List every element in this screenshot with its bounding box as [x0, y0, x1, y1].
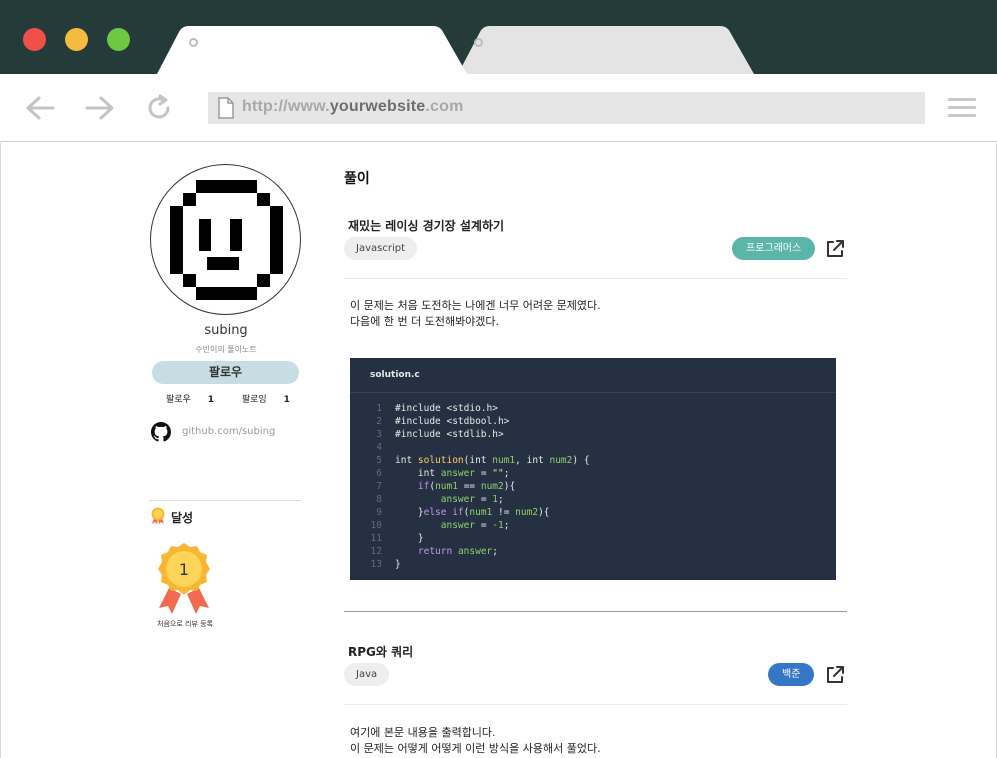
sidebar-divider	[149, 500, 301, 501]
code-text: #include <stdio.h>	[395, 403, 498, 414]
line-number: 2	[376, 416, 382, 427]
followers-count[interactable]: 1	[208, 395, 214, 405]
line-number: 9	[376, 507, 382, 518]
code-text: answer = 1;	[440, 494, 504, 505]
code-line: 5 int solution(int num1, int num2) {	[350, 454, 836, 467]
line-number: 6	[376, 468, 382, 479]
line-number: 1	[376, 403, 382, 414]
post-body: 이 문제는 처음 도전하는 나에겐 너무 어려운 문제였다. 다음에 한 번 더…	[350, 298, 601, 330]
code-text: if(num1 == num2){	[417, 481, 516, 492]
browser-tab-bar	[0, 0, 997, 74]
code-text: answer = -1;	[440, 520, 510, 531]
achievements-title: 달성	[171, 511, 194, 525]
forward-arrow-icon[interactable]	[85, 94, 115, 122]
browser-toolbar: http://www.yourwebsite.com	[0, 74, 997, 142]
code-header: solution.c	[350, 358, 836, 393]
line-number: 3	[376, 429, 382, 440]
code-line: 2 #include <stdbool.h>	[350, 415, 836, 428]
line-number: 7	[376, 481, 382, 492]
line-number: 4	[376, 442, 382, 453]
maximize-window-button[interactable]	[107, 28, 130, 51]
address-bar[interactable]: http://www.yourwebsite.com	[208, 92, 925, 124]
code-filename: solution.c	[370, 370, 420, 380]
code-line: 1 #include <stdio.h>	[350, 402, 836, 415]
github-icon	[151, 422, 171, 442]
code-text: }else if(num1 != num2){	[395, 507, 550, 518]
back-arrow-icon[interactable]	[25, 94, 55, 122]
code-line: 7 if(num1 == num2){	[350, 480, 836, 493]
language-tag[interactable]: Javascript	[344, 237, 417, 260]
external-link-icon[interactable]	[824, 664, 846, 686]
minimize-window-button[interactable]	[65, 28, 88, 51]
code-line: 6 int answer = "";	[350, 467, 836, 480]
medal-number: 1	[179, 560, 189, 579]
source-tag[interactable]: 백준	[768, 663, 815, 686]
code-line: 11 }	[350, 532, 836, 545]
language-tag[interactable]: Java	[344, 663, 390, 686]
profile-bio: 수빈이의 풀이노트	[195, 345, 257, 354]
medal-small-icon	[151, 507, 165, 524]
followers-label[interactable]: 팔로우	[166, 392, 191, 405]
avatar	[150, 164, 301, 315]
post-title[interactable]: RPG와 쿼리	[348, 643, 413, 660]
code-line: 3 #include <stdlib.h>	[350, 428, 836, 441]
section-title: 풀이	[344, 171, 370, 187]
post-body: 여기에 본문 내용을 출력합니다. 이 문제는 어떻게 어떻게 이런 방식을 사…	[350, 725, 601, 757]
line-number: 12	[370, 546, 382, 557]
post-body-line: 이 문제는 처음 도전하는 나에겐 너무 어려운 문제였다.	[350, 299, 601, 312]
code-block: solution.c 1 #include <stdio.h> 2 #include …	[350, 358, 836, 580]
github-link[interactable]: github.com/subing	[182, 426, 275, 437]
github-link-row[interactable]: github.com/subing	[151, 422, 301, 442]
following-count[interactable]: 1	[284, 395, 290, 405]
code-text: int solution(int num1, int num2) {	[395, 455, 590, 466]
line-number: 13	[370, 559, 382, 570]
line-number: 8	[376, 494, 382, 505]
following-label[interactable]: 팔로잉	[242, 392, 267, 405]
inactive-tab[interactable]	[458, 26, 754, 74]
code-text: #include <stdbool.h>	[395, 416, 510, 427]
first-review-medal-icon: 1	[158, 543, 210, 614]
external-link-icon[interactable]	[824, 238, 846, 260]
medal-caption: 처음으로 리뷰 등록	[157, 620, 213, 628]
url-text[interactable]: http://www.yourwebsite.com	[242, 98, 464, 116]
line-number: 10	[370, 520, 382, 531]
username: subing	[204, 323, 248, 338]
pixel-face-icon	[170, 180, 283, 300]
source-tag[interactable]: 프로그래머스	[732, 237, 816, 260]
code-text: }	[395, 533, 424, 544]
post-body-line: 다음에 한 번 더 도전해봐야겠다.	[350, 315, 500, 328]
code-line: 4	[350, 441, 836, 454]
code-text: #include <stdlib.h>	[395, 429, 504, 440]
post-list-divider	[344, 611, 847, 612]
code-line: 8 answer = 1;	[350, 493, 836, 506]
code-text: return answer;	[417, 546, 499, 557]
code-line: 12 return answer;	[350, 545, 836, 558]
code-line: 9 }else if(num1 != num2){	[350, 506, 836, 519]
code-line: 13}	[350, 558, 836, 571]
close-window-button[interactable]	[23, 28, 46, 51]
follow-button[interactable]: 팔로우	[152, 361, 299, 384]
post-divider	[344, 278, 847, 279]
post-body-line: 이 문제는 어떻게 어떻게 이런 방식을 사용해서 풀었다.	[350, 742, 601, 755]
active-tab[interactable]	[157, 26, 477, 74]
line-number: 5	[376, 455, 382, 466]
post-title[interactable]: 재밌는 레이싱 경기장 설계하기	[348, 217, 504, 234]
code-text: }	[395, 559, 401, 570]
follow-stats: 팔로우 1 팔로잉 1	[166, 392, 290, 405]
page-content: subing 수빈이의 풀이노트 팔로우 팔로우 1 팔로잉 1 github.…	[0, 143, 997, 758]
post-divider	[344, 704, 847, 705]
document-icon	[218, 97, 234, 119]
tab-close-icon[interactable]	[189, 38, 198, 47]
hamburger-menu-icon[interactable]	[948, 98, 976, 118]
post-body-line: 여기에 본문 내용을 출력합니다.	[350, 726, 496, 739]
code-lines: 1 #include <stdio.h> 2 #include <stdbool.h>…	[350, 402, 836, 571]
code-line: 10 answer = -1;	[350, 519, 836, 532]
line-number: 11	[370, 533, 382, 544]
code-text: int answer = "";	[395, 468, 510, 479]
reload-icon[interactable]	[146, 94, 174, 122]
